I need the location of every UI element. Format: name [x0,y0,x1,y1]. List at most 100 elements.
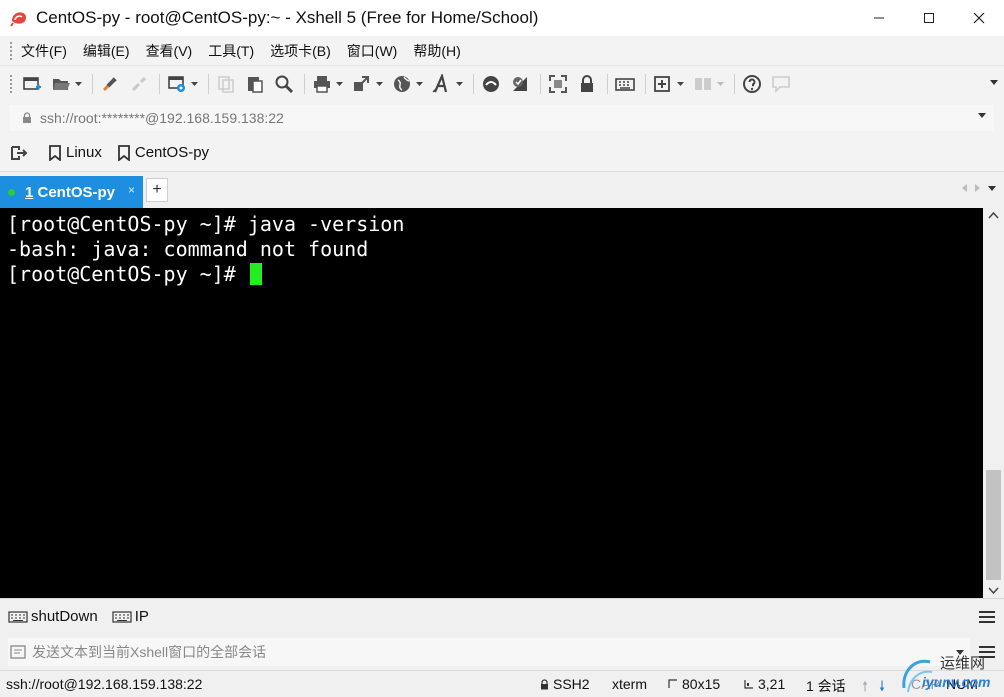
session-properties-button[interactable] [166,73,188,95]
close-window-button[interactable] [954,0,1004,36]
toolbar-separator [473,74,474,94]
scroll-up-icon[interactable] [988,212,999,219]
tab-centos-py[interactable]: 1 CentOS-py × [0,176,143,208]
status-connection: ssh://root@192.168.159.138:22 [6,676,203,692]
help-button[interactable] [741,73,763,95]
lock-icon [23,112,31,123]
compose-input[interactable]: 发送文本到当前Xshell窗口的全部会话 [8,638,970,666]
toolbar-separator [304,74,305,94]
print-button[interactable] [311,73,333,95]
quick-command-shutdown[interactable]: shutDown [8,608,98,625]
menu-help[interactable]: 帮助(H) [413,41,460,61]
chevron-down-icon [335,82,343,86]
new-session-button[interactable] [21,73,43,95]
upload-arrow-icon: 🠕 [862,678,869,694]
toolbar-separator [208,74,209,94]
scrollbar-thumb[interactable] [986,470,1001,580]
font-dropdown[interactable] [455,73,463,95]
terminal-prompt: [root@CentOS-py ~]# [7,262,248,286]
connect-button[interactable] [99,73,121,95]
toolbar-separator [734,74,735,94]
keyboard-button[interactable] [614,73,636,95]
font-button[interactable] [431,73,453,95]
open-dropdown[interactable] [74,73,82,95]
encoding-button[interactable] [391,73,413,95]
tab-close-button[interactable]: × [128,183,135,197]
chevron-left-icon[interactable] [962,184,967,192]
transfer-dropdown[interactable] [375,73,383,95]
xftp-button[interactable] [480,73,502,95]
menu-tab[interactable]: 选项卡(B) [270,41,331,61]
lock-button[interactable] [576,73,598,95]
link-label: CentOS-py [134,144,210,161]
chevron-down-icon [455,82,463,86]
minimize-button[interactable] [854,0,904,36]
link-linux[interactable]: Linux [49,144,102,161]
menu-window[interactable]: 窗口(W) [347,41,398,61]
toolbar-separator [159,74,160,94]
paste-icon [248,77,263,93]
chevron-down-icon [190,82,198,86]
paste-button[interactable] [244,73,266,95]
xmanager-button[interactable] [509,73,531,95]
properties-icon [168,76,185,92]
chat-icon [772,76,790,93]
tab-bar: 1 CentOS-py × + [0,172,1004,208]
bookmark-icon [117,144,130,161]
links-menu-button[interactable] [10,144,33,162]
chevron-down-icon [676,82,684,86]
add-tab-icon [654,76,670,92]
address-field[interactable]: ssh://root:********@192.168.159.138:22 [10,105,994,131]
add-tab-button[interactable]: + [146,178,168,202]
terminal-scrollbar[interactable] [983,208,1004,598]
chat-button [770,73,792,95]
new-tab-dropdown[interactable] [676,73,684,95]
terminal-screen[interactable]: [root@CentOS-py ~]# java -version -bash:… [0,208,983,598]
xshell-app-icon[interactable] [10,9,28,27]
tile-button [692,73,714,95]
title-bar: CentOS-py - root@CentOS-py:~ - Xshell 5 … [0,0,1004,36]
hamburger-menu-icon[interactable] [979,610,995,624]
transfer-button[interactable] [351,73,373,95]
link-label: Linux [66,144,102,161]
quick-command-label: IP [134,608,149,625]
chevron-right-icon[interactable] [975,184,980,192]
find-button[interactable] [273,73,295,95]
menu-view[interactable]: 查看(V) [146,41,193,61]
menubar-grip[interactable] [10,41,13,60]
fullscreen-button[interactable] [547,73,569,95]
plug-icon [102,77,117,92]
open-session-button[interactable] [50,73,72,95]
menu-edit[interactable]: 编辑(E) [83,41,130,61]
help-icon [743,75,761,93]
menu-tools[interactable]: 工具(T) [208,41,254,61]
new-tab-button[interactable] [652,73,674,95]
chevron-down-icon[interactable] [978,113,986,118]
xftp-icon [483,76,499,92]
maximize-button[interactable] [904,0,954,36]
quick-command-label: shutDown [31,608,98,625]
status-sessions: 1 会话 [806,678,846,694]
link-centos-py[interactable]: CentOS-py [117,144,210,161]
toolbar-overflow-icon[interactable] [990,80,998,85]
folder-open-icon [53,79,70,90]
scroll-down-icon[interactable] [988,587,999,594]
chevron-down-icon[interactable] [988,186,996,191]
close-icon [973,12,985,24]
printer-icon [314,76,330,93]
quick-command-ip[interactable]: IP [112,608,149,625]
lock-icon [581,75,593,92]
toolbar-separator [92,74,93,94]
tile-dropdown [716,73,724,95]
encoding-dropdown[interactable] [415,73,423,95]
properties-dropdown[interactable] [190,73,198,95]
print-dropdown[interactable] [335,73,343,95]
compose-icon [10,645,26,659]
lock-icon [541,678,548,689]
quick-command-bar: shutDown IP [0,598,1004,634]
disconnect-button [128,73,150,95]
toolbar-grip[interactable] [10,75,13,93]
window-title: CentOS-py - root@CentOS-py:~ - Xshell 5 … [36,8,539,27]
globe-icon [394,76,410,92]
menu-file[interactable]: 文件(F) [21,41,67,61]
